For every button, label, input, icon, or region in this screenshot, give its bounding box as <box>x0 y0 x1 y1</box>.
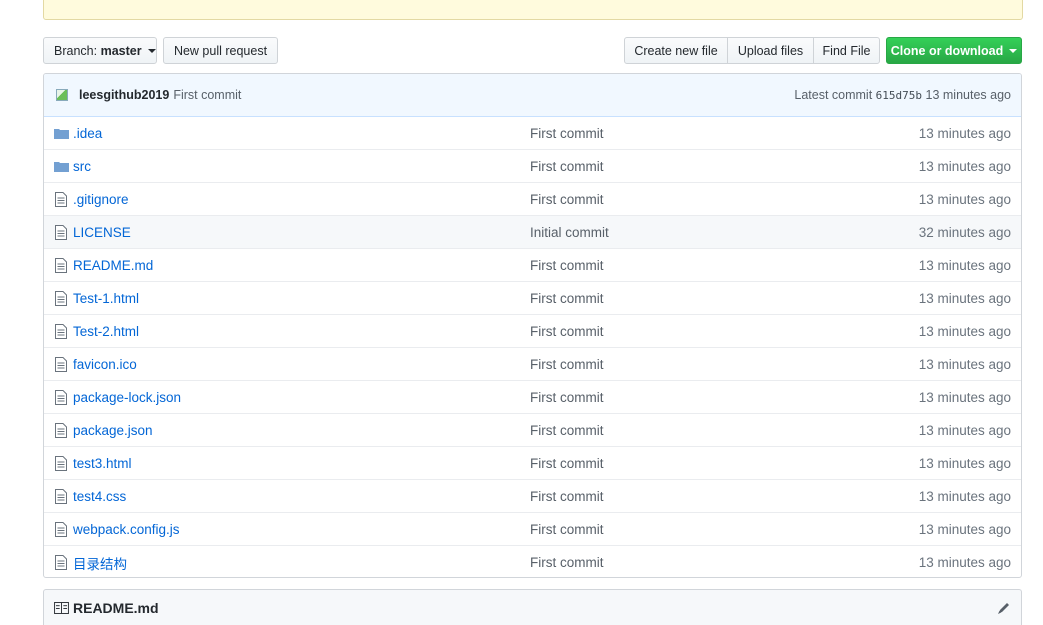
folder-icon <box>54 129 69 139</box>
new-pull-request-button[interactable]: New pull request <box>163 37 278 64</box>
table-row: LICENSE Initial commit 32 minutes ago <box>44 216 1021 249</box>
table-row: .idea First commit 13 minutes ago <box>44 117 1021 150</box>
file-commit-age: 13 minutes ago <box>918 455 1011 471</box>
file-commit-message[interactable]: First commit <box>530 390 604 405</box>
table-row: Test-1.html First commit 13 minutes ago <box>44 282 1021 315</box>
file-icon <box>55 555 67 570</box>
file-commit-message[interactable]: First commit <box>530 258 604 273</box>
file-name-link[interactable]: .gitignore <box>73 192 129 207</box>
branch-select-button[interactable]: Branch: master <box>43 37 157 64</box>
file-name-link[interactable]: .idea <box>73 126 102 141</box>
file-icon <box>55 456 67 471</box>
upload-files-button[interactable]: Upload files <box>727 37 814 64</box>
file-commit-message[interactable]: First commit <box>530 357 604 372</box>
file-commit-message[interactable]: First commit <box>530 126 604 141</box>
file-rows: .idea First commit 13 minutes ago src First … <box>44 117 1021 577</box>
commit-sha[interactable]: 615d75b <box>876 89 922 102</box>
file-name-link[interactable]: Test-2.html <box>73 324 139 339</box>
file-name-link[interactable]: favicon.ico <box>73 357 137 372</box>
file-commit-age: 13 minutes ago <box>918 257 1011 273</box>
latest-commit-bar: leesgithub2019 First commit Latest commi… <box>44 74 1021 117</box>
file-commit-age: 13 minutes ago <box>918 158 1011 174</box>
file-icon <box>55 192 67 207</box>
commit-message[interactable]: First commit <box>173 88 241 102</box>
file-name-link[interactable]: test3.html <box>73 456 132 471</box>
table-row: package.json First commit 13 minutes ago <box>44 414 1021 447</box>
file-icon <box>55 423 67 438</box>
create-new-file-button[interactable]: Create new file <box>624 37 728 64</box>
file-name-link[interactable]: 目录结构 <box>73 553 127 573</box>
table-row: favicon.ico First commit 13 minutes ago <box>44 348 1021 381</box>
commit-author[interactable]: leesgithub2019 <box>79 88 169 102</box>
file-commit-age: 13 minutes ago <box>918 191 1011 207</box>
file-commit-message[interactable]: First commit <box>530 456 604 471</box>
file-name-link[interactable]: src <box>73 159 91 174</box>
flash-notice <box>43 0 1023 20</box>
file-name-link[interactable]: test4.css <box>73 489 126 504</box>
table-row: src First commit 13 minutes ago <box>44 150 1021 183</box>
branch-name: master <box>100 43 142 58</box>
file-icon <box>55 291 67 306</box>
file-icon <box>55 324 67 339</box>
chevron-down-icon <box>147 48 156 53</box>
file-icon <box>55 258 67 273</box>
chevron-down-icon <box>1009 48 1018 53</box>
file-name-link[interactable]: package.json <box>73 423 153 438</box>
readme-header: README.md <box>43 589 1022 625</box>
file-commit-message[interactable]: First commit <box>530 291 604 306</box>
file-commit-message[interactable]: First commit <box>530 324 604 339</box>
file-icon <box>55 390 67 405</box>
branch-prefix: Branch: <box>54 43 98 58</box>
table-row: README.md First commit 13 minutes ago <box>44 249 1021 282</box>
file-commit-message[interactable]: First commit <box>530 423 604 438</box>
file-commit-age: 32 minutes ago <box>918 224 1011 240</box>
file-name-link[interactable]: package-lock.json <box>73 390 181 405</box>
file-name-link[interactable]: Test-1.html <box>73 291 139 306</box>
file-list: leesgithub2019 First commit Latest commi… <box>43 73 1022 578</box>
file-commit-age: 13 minutes ago <box>918 389 1011 405</box>
file-commit-age: 13 minutes ago <box>918 356 1011 372</box>
file-name-link[interactable]: webpack.config.js <box>73 522 180 537</box>
latest-commit-label: Latest commit <box>794 88 873 102</box>
file-commit-age: 13 minutes ago <box>918 488 1011 504</box>
file-icon <box>55 489 67 504</box>
table-row: Test-2.html First commit 13 minutes ago <box>44 315 1021 348</box>
table-row: package-lock.json First commit 13 minutes … <box>44 381 1021 414</box>
table-row: webpack.config.js First commit 13 minutes … <box>44 513 1021 546</box>
table-row: test4.css First commit 13 minutes ago <box>44 480 1021 513</box>
file-commit-message[interactable]: First commit <box>530 489 604 504</box>
file-icon <box>55 357 67 372</box>
commit-age: 13 minutes ago <box>925 88 1011 102</box>
folder-icon <box>54 162 69 172</box>
file-name-link[interactable]: LICENSE <box>73 225 131 240</box>
file-commit-age: 13 minutes ago <box>918 422 1011 438</box>
table-row: 目录结构 First commit 13 minutes ago <box>44 546 1021 577</box>
file-icon <box>55 522 67 537</box>
file-commit-message[interactable]: First commit <box>530 192 604 207</box>
find-file-button[interactable]: Find File <box>813 37 880 64</box>
file-commit-age: 13 minutes ago <box>918 323 1011 339</box>
file-commit-message[interactable]: First commit <box>530 522 604 537</box>
latest-commit-info: Latest commit 615d75b 13 minutes ago <box>794 88 1011 102</box>
file-commit-message[interactable]: First commit <box>530 555 604 570</box>
file-icon <box>55 225 67 240</box>
file-commit-age: 13 minutes ago <box>918 555 1011 570</box>
readme-title: README.md <box>73 599 159 616</box>
table-row: test3.html First commit 13 minutes ago <box>44 447 1021 480</box>
file-commit-message[interactable]: Initial commit <box>530 225 609 240</box>
clone-or-download-button[interactable]: Clone or download <box>886 37 1022 64</box>
file-commit-age: 13 minutes ago <box>918 125 1011 141</box>
file-commit-age: 13 minutes ago <box>918 521 1011 537</box>
avatar[interactable] <box>54 87 70 103</box>
file-commit-message[interactable]: First commit <box>530 159 604 174</box>
file-name-link[interactable]: README.md <box>73 258 153 273</box>
book-icon <box>54 601 69 614</box>
file-commit-age: 13 minutes ago <box>918 290 1011 306</box>
clone-label: Clone or download <box>890 43 1004 58</box>
table-row: .gitignore First commit 13 minutes ago <box>44 183 1021 216</box>
pencil-icon[interactable] <box>997 601 1011 615</box>
